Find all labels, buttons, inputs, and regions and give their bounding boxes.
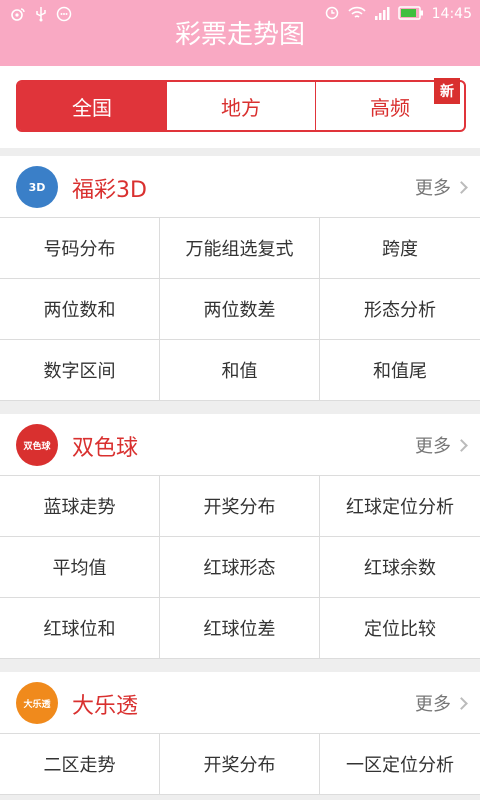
grid-item[interactable]: 红球位差: [160, 598, 320, 659]
grid-item[interactable]: 二区走势: [0, 734, 160, 795]
more-label: 更多: [415, 178, 451, 199]
tab-bar: 全国 地方 高频新: [0, 66, 480, 148]
chart-grid: 二区走势 开奖分布 一区定位分析: [0, 734, 480, 795]
fucai-3d-logo: 3D: [16, 166, 58, 208]
grid-item[interactable]: 开奖分布: [160, 734, 320, 795]
section-header: 3D 福彩3D 更多: [0, 156, 480, 218]
grid-item[interactable]: 和值: [160, 340, 320, 401]
tab-label: 地方: [221, 95, 261, 120]
more-button[interactable]: 更多: [415, 432, 468, 458]
app-header: 彩票走势图: [0, 20, 480, 66]
logo-text: 双色球: [23, 441, 51, 452]
page-title: 彩票走势图: [174, 20, 305, 50]
grid-item[interactable]: 红球余数: [320, 537, 480, 598]
section-title: 双色球: [72, 436, 139, 461]
chevron-right-icon: [455, 438, 468, 452]
usb-icon: [34, 6, 48, 26]
shuangseqiu-logo: 双色球: [16, 424, 58, 466]
grid-item[interactable]: 形态分析: [320, 279, 480, 340]
more-label: 更多: [415, 694, 451, 715]
tab-label: 高频: [370, 95, 410, 120]
chart-grid: 蓝球走势 开奖分布 红球定位分析 平均值 红球形态 红球余数 红球位和 红球位差…: [0, 476, 480, 659]
tab-label: 全国: [72, 95, 112, 120]
grid-item[interactable]: 一区定位分析: [320, 734, 480, 795]
grid-item[interactable]: 蓝球走势: [0, 476, 160, 537]
more-button[interactable]: 更多: [415, 690, 468, 716]
grid-item[interactable]: 跨度: [320, 218, 480, 279]
grid-item[interactable]: 两位数和: [0, 279, 160, 340]
section-shuangseqiu: 双色球 双色球 更多 蓝球走势 开奖分布 红球定位分析 平均值 红球形态 红球余…: [0, 414, 480, 659]
tab-high-frequency[interactable]: 高频新: [316, 78, 464, 130]
region-tabs: 全国 地方 高频新: [16, 78, 466, 132]
section-title: 大乐透: [72, 694, 139, 719]
message-icon: [56, 6, 72, 26]
more-button[interactable]: 更多: [415, 174, 468, 200]
grid-item[interactable]: 号码分布: [0, 218, 160, 279]
battery-icon: [397, 5, 424, 24]
section-fucai-3d: 3D 福彩3D 更多 号码分布 万能组选复式 跨度 两位数和 两位数差 形态分析…: [0, 156, 480, 401]
grid-item[interactable]: 红球定位分析: [320, 476, 480, 537]
grid-item[interactable]: 红球位和: [0, 598, 160, 659]
status-time: 14:45: [431, 6, 472, 22]
grid-item[interactable]: 定位比较: [320, 598, 480, 659]
chevron-right-icon: [455, 696, 468, 710]
grid-item[interactable]: 红球形态: [160, 537, 320, 598]
grid-item[interactable]: 和值尾: [320, 340, 480, 401]
chevron-right-icon: [455, 180, 468, 194]
grid-item[interactable]: 两位数差: [160, 279, 320, 340]
wifi-icon: [348, 5, 366, 24]
section-header: 大乐透 大乐透 更多: [0, 672, 480, 734]
weibo-icon: [10, 6, 26, 26]
grid-item[interactable]: 平均值: [0, 537, 160, 598]
daletou-logo: 大乐透: [16, 682, 58, 724]
grid-item[interactable]: 万能组选复式: [160, 218, 320, 279]
new-badge: 新: [434, 78, 460, 104]
signal-icon: [374, 5, 390, 24]
section-title: 福彩3D: [72, 178, 147, 203]
logo-text: 3D: [28, 180, 46, 194]
section-header: 双色球 双色球 更多: [0, 414, 480, 476]
section-daletou: 大乐透 大乐透 更多 二区走势 开奖分布 一区定位分析: [0, 672, 480, 795]
alarm-icon: [324, 4, 340, 24]
tab-nationwide[interactable]: 全国: [18, 82, 167, 130]
chart-grid: 号码分布 万能组选复式 跨度 两位数和 两位数差 形态分析 数字区间 和值 和值…: [0, 218, 480, 401]
grid-item[interactable]: 开奖分布: [160, 476, 320, 537]
more-label: 更多: [415, 436, 451, 457]
logo-text: 大乐透: [23, 699, 51, 710]
tab-local[interactable]: 地方: [167, 82, 316, 130]
grid-item[interactable]: 数字区间: [0, 340, 160, 401]
